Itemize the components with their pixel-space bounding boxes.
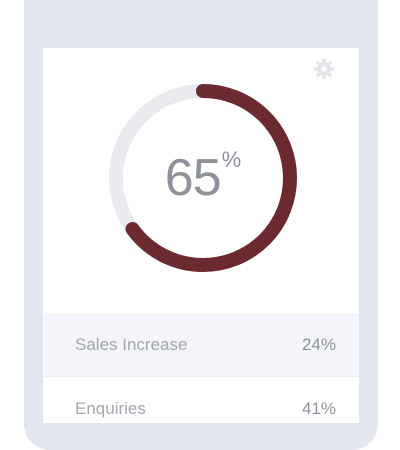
stat-label: Sales Increase: [75, 334, 188, 354]
phone-screen: 65% Sales Increase 24% Enquiries 41%: [43, 48, 359, 423]
stats-list: Sales Increase 24% Enquiries 41%: [43, 313, 359, 423]
stat-label: Enquiries: [75, 398, 146, 418]
stat-row-sales-increase[interactable]: Sales Increase 24%: [43, 313, 359, 377]
gear-icon[interactable]: [313, 58, 335, 80]
progress-ring: [109, 84, 297, 272]
stat-value: 24%: [301, 334, 336, 354]
stat-value: 41%: [301, 398, 336, 418]
stat-row-enquiries[interactable]: Enquiries 41%: [43, 377, 359, 423]
